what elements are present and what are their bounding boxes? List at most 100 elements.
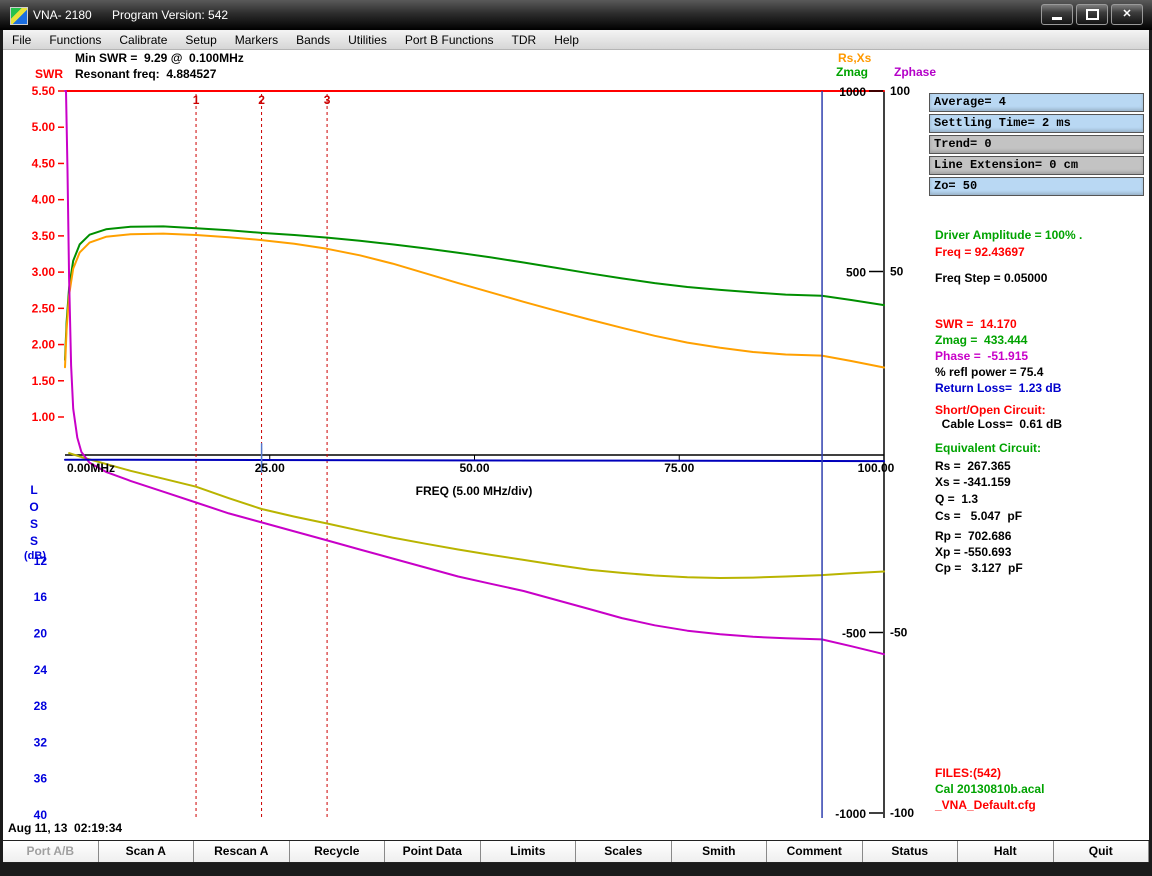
z-tick-label: 1000 (839, 85, 866, 99)
menu-item-port-b-functions[interactable]: Port B Functions (396, 30, 503, 50)
swr-tick-label: 5.00 (32, 120, 56, 134)
loss-tick-label: 32 (34, 735, 48, 749)
freq-tick-label: 75.00 (664, 461, 694, 475)
loss-tick-label: 24 (34, 663, 48, 677)
loss-axis-letter: L (30, 483, 37, 497)
readout-phase-value: Phase = -51.915 (935, 349, 1029, 363)
readout-cp-value: Cp = 3.127 pF (935, 561, 1023, 575)
maximize-button[interactable] (1076, 4, 1108, 25)
z-tick-label: -500 (842, 627, 866, 641)
loss-axis-letter: S (30, 517, 38, 531)
readout-xs-value: Xs = -341.159 (935, 475, 1011, 489)
trace-rs (64, 232, 885, 369)
swr-tick-label: 3.50 (32, 229, 56, 243)
readout-driver-amplitude: Driver Amplitude = 100% . (935, 228, 1083, 242)
readout-q-value: Q = 1.3 (935, 492, 979, 506)
freq-tick-label: 25.00 (255, 461, 285, 475)
close-icon: ✕ (1122, 8, 1132, 20)
setting-zo[interactable]: Zo= 50 (929, 177, 1144, 196)
chart-canvas[interactable]: 1 2 3 5.50 5.00 4.50 4.00 3.50 3.00 2.50 2.00 1.50 1… (0, 50, 930, 876)
menu-item-tdr[interactable]: TDR (503, 30, 546, 50)
vna-app-window: { "window": { "title": "VNA- 2180", "ver… (0, 0, 1152, 876)
toolbar-button-scales[interactable]: Scales (576, 841, 672, 862)
swr-tick-label: 2.50 (32, 301, 56, 315)
window-title: VNA- 2180 (33, 8, 92, 22)
swr-tick-label: 1.50 (32, 374, 56, 388)
readout-cal-file: Cal 20130810b.acal (935, 782, 1045, 796)
swr-tick-label: 5.50 (32, 84, 56, 98)
min-swr-readout: Min SWR = 9.29 @ 0.100MHz (75, 51, 244, 65)
toolbar-button-limits[interactable]: Limits (480, 841, 576, 862)
z-tick-label: 500 (846, 266, 866, 280)
band-marker-label: 1 (193, 93, 200, 107)
window-controls: ✕ (1041, 4, 1143, 25)
readout-rp-value: Rp = 702.686 (935, 529, 1012, 543)
setting-average[interactable]: Average= 4 (929, 93, 1144, 112)
swr-tick-label: 1.00 (32, 410, 56, 424)
loss-axis-unit: (dB) (24, 550, 46, 562)
datetime-status: Aug 11, 13 02:19:34 (8, 821, 123, 835)
toolbar-button-recycle[interactable]: Recycle (289, 841, 385, 862)
freq-tick-label: 50.00 (459, 461, 489, 475)
menu-item-calibrate[interactable]: Calibrate (110, 30, 176, 50)
close-button[interactable]: ✕ (1111, 4, 1143, 25)
readout-return-loss: Return Loss= 1.23 dB (935, 381, 1062, 395)
readout-freq-step: Freq Step = 0.05000 (935, 271, 1048, 285)
readout-swr-value: SWR = 14.170 (935, 317, 1017, 331)
swr-tick-label: 4.50 (32, 156, 56, 170)
toolbar-button-smith[interactable]: Smith (671, 841, 767, 862)
phase-tick-label: -50 (890, 626, 908, 640)
resonant-freq-readout: Resonant freq: 4.884527 (75, 67, 217, 81)
toolbar-button-scan-a[interactable]: Scan A (98, 841, 194, 862)
swr-tick-label: 2.00 (32, 338, 56, 352)
toolbar-button-status[interactable]: Status (862, 841, 958, 862)
band-marker-label: 2 (258, 93, 265, 107)
trace-zphase (64, 90, 885, 656)
band-marker-label: 3 (324, 93, 331, 107)
title-bar[interactable]: VNA- 2180 Program Version: 542 ✕ (0, 0, 1152, 30)
setting-line-extension[interactable]: Line Extension= 0 cm (929, 156, 1144, 175)
toolbar-button-quit[interactable]: Quit (1053, 841, 1149, 862)
rsxs-trace-label: Rs,Xs (838, 51, 872, 65)
z-tick-label: -1000 (835, 807, 866, 821)
menu-item-utilities[interactable]: Utilities (339, 30, 396, 50)
readout-refl-power: % refl power = 75.4 (935, 365, 1044, 379)
setting-settling-time[interactable]: Settling Time= 2 ms (929, 114, 1144, 133)
menu-item-setup[interactable]: Setup (176, 30, 225, 50)
swr-trace-label: SWR (35, 67, 63, 81)
readout-cfg-file: _VNA_Default.cfg (935, 798, 1036, 812)
menu-bar: File Functions Calibrate Setup Markers Bands U… (3, 30, 1149, 50)
readout-files-title: FILES:(542) (935, 766, 1002, 780)
menu-item-help[interactable]: Help (545, 30, 588, 50)
maximize-icon (1085, 9, 1099, 20)
menu-item-functions[interactable]: Functions (40, 30, 110, 50)
toolbar-button-comment[interactable]: Comment (767, 841, 863, 862)
loss-tick-label: 36 (34, 772, 48, 786)
freq-tick-label: 0.00MHz (67, 461, 115, 475)
readout-cable-loss: Cable Loss= 0.61 dB (935, 417, 1063, 431)
loss-tick-label: 20 (34, 627, 48, 641)
toolbar-button-rescan-a[interactable]: Rescan A (194, 841, 290, 862)
window-version: Program Version: 542 (112, 8, 229, 22)
app-icon (10, 7, 28, 25)
loss-tick-label: 40 (34, 808, 48, 822)
freq-axis-title: FREQ (5.00 MHz/div) (416, 484, 533, 498)
setting-trend[interactable]: Trend= 0 (929, 135, 1144, 154)
zmag-trace-label: Zmag (836, 65, 869, 79)
readout-rs-value: Rs = 267.365 (935, 459, 1011, 473)
loss-axis-letter: S (30, 534, 38, 548)
swr-tick-label: 4.00 (32, 193, 56, 207)
minimize-icon (1052, 17, 1062, 20)
freq-tick-label: 100.00 (858, 461, 895, 475)
readout-freq: Freq = 92.43697 (935, 245, 1025, 259)
minimize-button[interactable] (1041, 4, 1073, 25)
toolbar-button-point-data[interactable]: Point Data (385, 841, 481, 862)
menu-item-markers[interactable]: Markers (226, 30, 287, 50)
loss-tick-label: 28 (34, 699, 48, 713)
toolbar-button-halt[interactable]: Halt (958, 841, 1054, 862)
readout-short-open-title: Short/Open Circuit: (935, 403, 1046, 417)
swr-tick-label: 3.00 (32, 265, 56, 279)
menu-item-file[interactable]: File (3, 30, 40, 50)
zphase-trace-label: Zphase (894, 65, 937, 79)
menu-item-bands[interactable]: Bands (287, 30, 339, 50)
